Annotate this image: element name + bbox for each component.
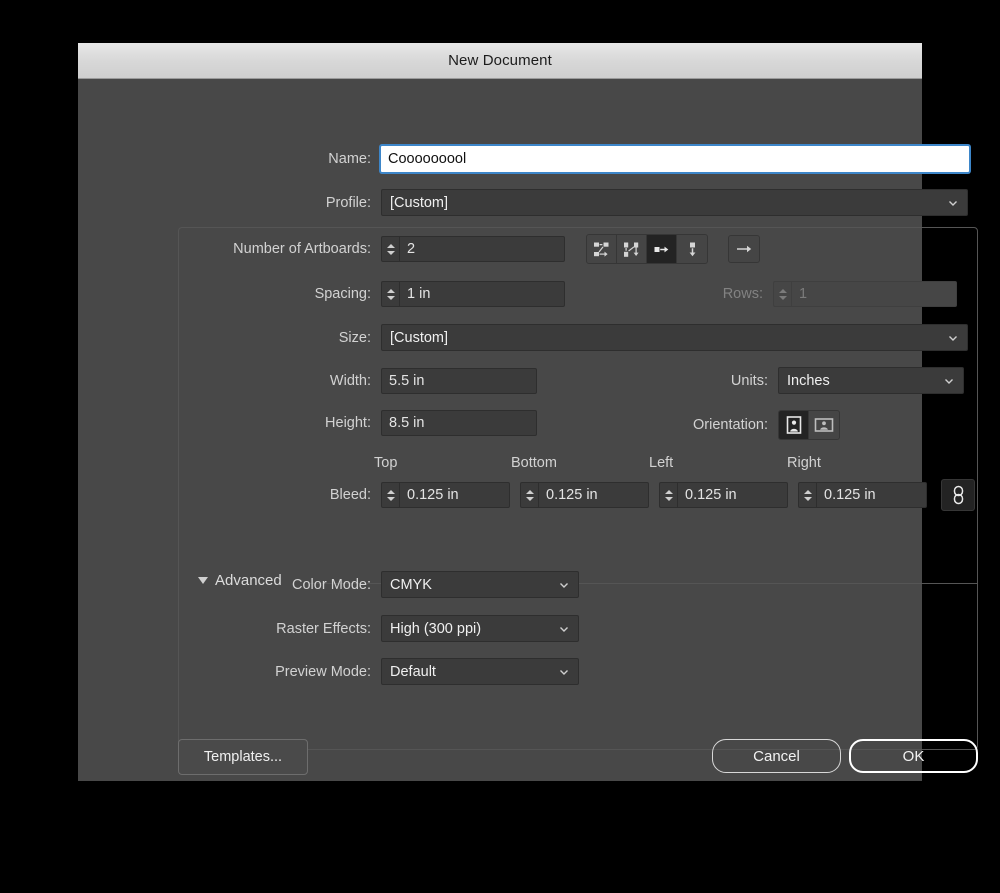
spacing-stepper-group: [381, 281, 565, 307]
units-label: Units:: [648, 373, 768, 389]
profile-label: Profile:: [178, 195, 371, 211]
artboard-arrangement-group: [586, 234, 708, 264]
arrange-by-row-icon: [653, 241, 670, 258]
rows-label: Rows:: [698, 286, 763, 302]
link-chain-icon: [951, 485, 966, 505]
bleed-left-header: Left: [649, 455, 673, 471]
color-mode-label: Color Mode:: [178, 577, 371, 593]
profile-row: Profile: [Custom]: [178, 189, 978, 216]
new-document-dialog: New Document Name: Profile: [Custom] Num…: [78, 43, 922, 781]
preview-mode-label: Preview Mode:: [178, 664, 371, 680]
bleed-bottom-group: [520, 482, 649, 508]
bleed-label: Bleed:: [178, 487, 371, 503]
chevron-down-icon: [948, 333, 958, 343]
orientation-group: [778, 410, 840, 440]
grid-by-column-icon: [623, 241, 640, 258]
rows-stepper-group: [773, 281, 957, 307]
dialog-titlebar: New Document: [78, 43, 922, 79]
bleed-top-header: Top: [374, 455, 397, 471]
rows-input: [791, 281, 957, 307]
chevron-down-icon: [944, 376, 954, 386]
chevron-down-icon: [948, 198, 958, 208]
portrait-icon: [786, 416, 802, 434]
color-mode-value: CMYK: [390, 577, 432, 593]
grid-by-column-button[interactable]: [617, 235, 647, 263]
raster-effects-label: Raster Effects:: [178, 621, 371, 637]
artboards-stepper[interactable]: [381, 236, 399, 262]
arrange-by-column-icon: [684, 241, 701, 258]
height-input[interactable]: [381, 410, 537, 436]
units-value: Inches: [787, 373, 830, 389]
artboards-row: Number of Artboards:: [178, 234, 760, 264]
bleed-right-header: Right: [787, 455, 821, 471]
preview-mode-select[interactable]: Default: [381, 658, 579, 685]
bleed-right-stepper[interactable]: [798, 482, 816, 508]
artboards-label: Number of Artboards:: [178, 241, 371, 257]
bleed-top-stepper[interactable]: [381, 482, 399, 508]
size-select[interactable]: [Custom]: [381, 324, 968, 351]
templates-button[interactable]: Templates...: [178, 739, 308, 775]
orientation-label: Orientation:: [606, 417, 768, 433]
bleed-bottom-input[interactable]: [538, 482, 649, 508]
height-label: Height:: [178, 415, 371, 431]
right-to-left-flow-icon: [735, 242, 753, 256]
spacing-input[interactable]: [399, 281, 565, 307]
bleed-left-stepper[interactable]: [659, 482, 677, 508]
size-row: Size: [Custom]: [178, 324, 978, 351]
color-mode-row: Color Mode: CMYK: [178, 571, 579, 598]
landscape-icon: [814, 417, 834, 433]
chevron-down-icon: [559, 624, 569, 634]
spacing-label: Spacing:: [178, 286, 371, 302]
bleed-link-button[interactable]: [941, 479, 975, 511]
orientation-row: Orientation:: [606, 410, 840, 440]
units-row: Units: Inches: [648, 367, 964, 394]
size-label: Size:: [178, 330, 371, 346]
bleed-right-group: [798, 482, 927, 508]
rows-row: Rows:: [698, 281, 957, 307]
artboards-stepper-group: [381, 236, 565, 262]
dialog-body: Name: Profile: [Custom] Number of Artboa…: [78, 79, 922, 781]
cancel-button[interactable]: Cancel: [712, 739, 841, 773]
height-row: Height:: [178, 410, 537, 436]
units-select[interactable]: Inches: [778, 367, 964, 394]
bleed-top-group: [381, 482, 510, 508]
ok-button[interactable]: OK: [849, 739, 978, 773]
orientation-portrait-button[interactable]: [779, 411, 809, 439]
width-row: Width:: [178, 368, 537, 394]
width-input[interactable]: [381, 368, 537, 394]
color-mode-select[interactable]: CMYK: [381, 571, 579, 598]
flow-direction-button[interactable]: [728, 235, 760, 263]
raster-effects-value: High (300 ppi): [390, 621, 481, 637]
bleed-left-group: [659, 482, 788, 508]
grid-by-row-button[interactable]: [587, 235, 617, 263]
profile-select[interactable]: [Custom]: [381, 189, 968, 216]
orientation-landscape-button[interactable]: [809, 411, 839, 439]
arrange-by-column-button[interactable]: [677, 235, 707, 263]
spacing-stepper[interactable]: [381, 281, 399, 307]
bleed-right-input[interactable]: [816, 482, 927, 508]
bleed-left-input[interactable]: [677, 482, 788, 508]
preview-mode-value: Default: [390, 664, 436, 680]
name-label: Name:: [178, 151, 371, 167]
arrange-by-row-button[interactable]: [647, 235, 677, 263]
profile-value: [Custom]: [390, 195, 448, 211]
dialog-title: New Document: [448, 52, 552, 69]
rows-stepper: [773, 281, 791, 307]
artboards-input[interactable]: [399, 236, 565, 262]
spacing-row: Spacing:: [178, 281, 565, 307]
size-value: [Custom]: [390, 330, 448, 346]
bleed-bottom-stepper[interactable]: [520, 482, 538, 508]
preview-mode-row: Preview Mode: Default: [178, 658, 579, 685]
grid-by-row-icon: [593, 241, 610, 258]
width-label: Width:: [178, 373, 371, 389]
name-row: Name:: [178, 145, 978, 173]
bleed-row: Bleed:: [178, 479, 975, 511]
name-input[interactable]: [380, 145, 970, 173]
raster-effects-select[interactable]: High (300 ppi): [381, 615, 579, 642]
chevron-down-icon: [559, 580, 569, 590]
chevron-down-icon: [559, 667, 569, 677]
bleed-top-input[interactable]: [399, 482, 510, 508]
raster-effects-row: Raster Effects: High (300 ppi): [178, 615, 579, 642]
bleed-bottom-header: Bottom: [511, 455, 557, 471]
